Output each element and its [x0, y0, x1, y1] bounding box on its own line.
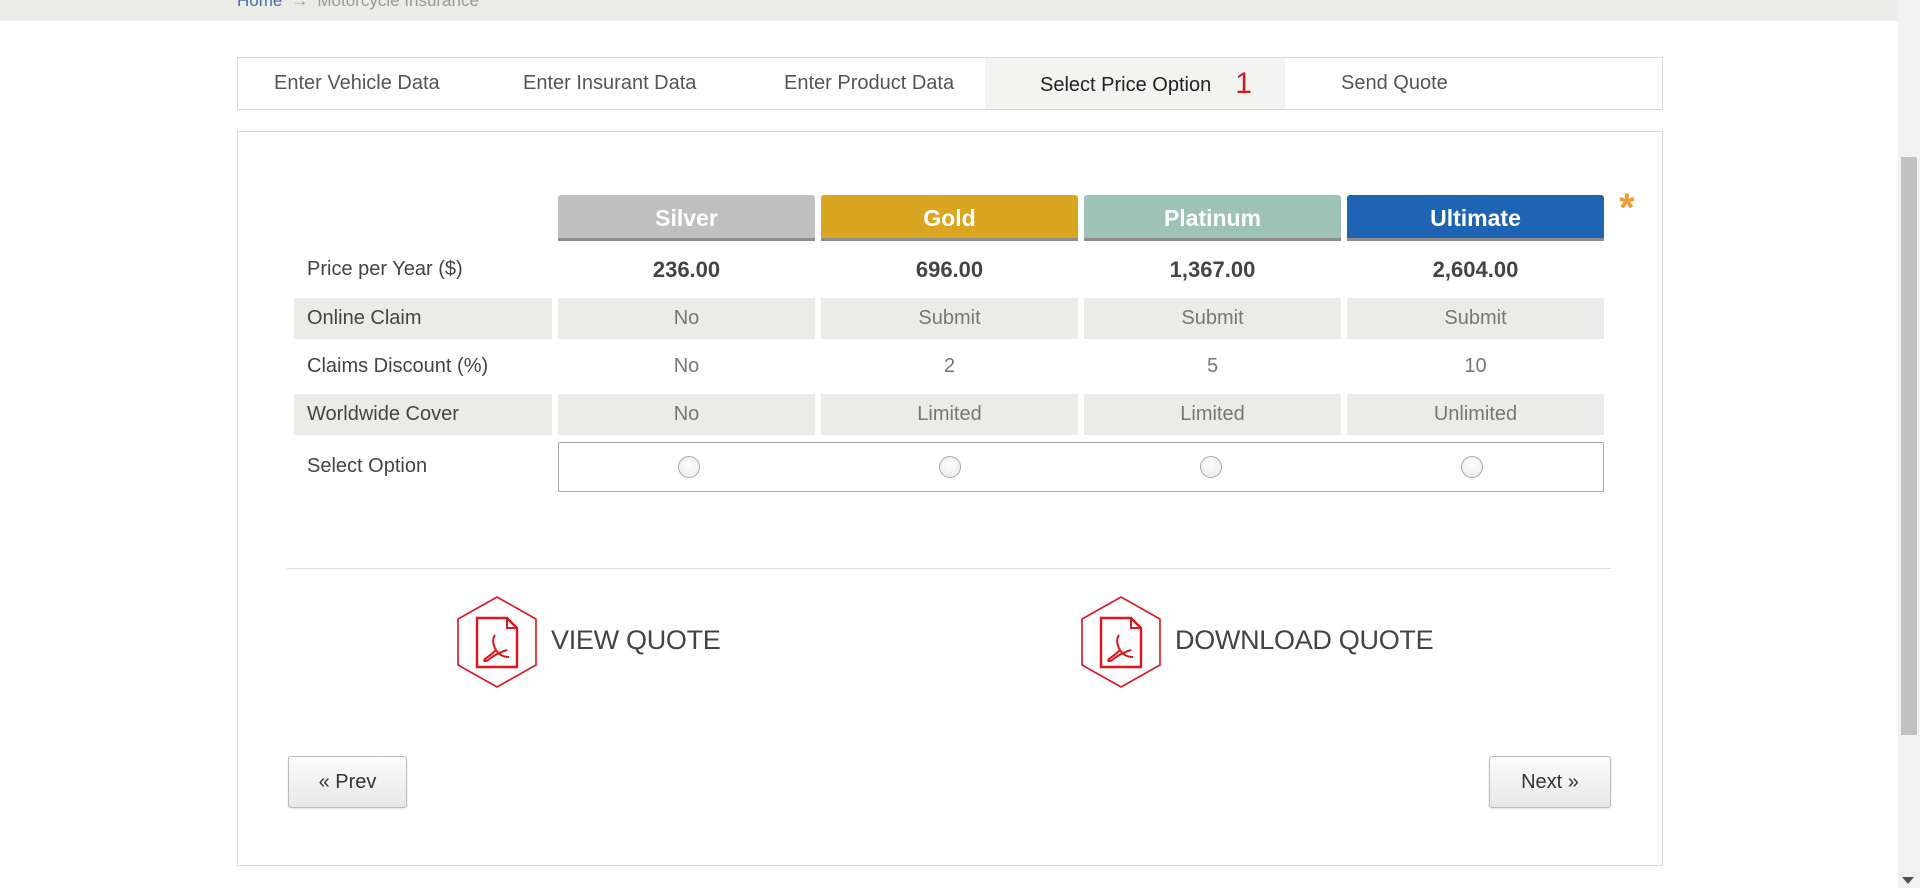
- row-label-claims-discount: Claims Discount (%): [307, 355, 489, 377]
- radio-select-silver[interactable]: [678, 456, 700, 478]
- worldwide-cover-platinum: Limited: [1084, 394, 1341, 435]
- required-marker: *: [1619, 186, 1635, 230]
- online-claim-ultimate: Submit: [1347, 298, 1604, 339]
- download-quote-button[interactable]: DOWNLOAD QUOTE: [1079, 595, 1434, 689]
- worldwide-cover-silver: No: [558, 394, 815, 435]
- price-silver: 236.00: [652, 257, 721, 282]
- scrollbar-thumb[interactable]: [1901, 157, 1917, 735]
- view-quote-label: VIEW QUOTE: [551, 625, 721, 655]
- price-option-panel: [237, 131, 1663, 866]
- view-quote-button[interactable]: VIEW QUOTE: [455, 595, 721, 689]
- claims-discount-platinum: 5: [1206, 355, 1219, 377]
- claims-discount-gold: 2: [943, 355, 956, 377]
- tab-select-price-option[interactable]: Select Price Option 1: [985, 58, 1285, 109]
- radio-select-gold[interactable]: [939, 456, 961, 478]
- worldwide-cover-ultimate: Unlimited: [1347, 394, 1604, 435]
- online-claim-platinum: Submit: [1084, 298, 1341, 339]
- plan-header-platinum: Platinum: [1084, 195, 1341, 241]
- next-button[interactable]: Next »: [1489, 756, 1611, 808]
- breadcrumb-bar: Home → Motorcycle Insurance: [0, 0, 1898, 21]
- radio-select-platinum[interactable]: [1200, 456, 1222, 478]
- scroll-down-arrow-icon[interactable]: [1902, 877, 1914, 884]
- prev-button[interactable]: « Prev: [288, 756, 407, 808]
- tab-enter-vehicle-data[interactable]: Enter Vehicle Data: [274, 58, 440, 109]
- wizard-tabs: Enter Vehicle Data Enter Insurant Data E…: [237, 57, 1663, 110]
- download-quote-label: DOWNLOAD QUOTE: [1175, 625, 1434, 655]
- tab-badge: 1: [1235, 67, 1252, 100]
- section-divider: [287, 568, 1611, 569]
- plan-header-ultimate: Ultimate: [1347, 195, 1604, 241]
- worldwide-cover-gold: Limited: [821, 394, 1078, 435]
- tab-enter-insurant-data[interactable]: Enter Insurant Data: [523, 58, 696, 109]
- tab-enter-product-data[interactable]: Enter Product Data: [784, 58, 954, 109]
- plan-header-gold: Gold: [821, 195, 1078, 241]
- breadcrumb: Home → Motorcycle Insurance: [237, 0, 479, 11]
- row-label-price: Price per Year ($): [307, 258, 463, 280]
- pdf-icon: [1081, 596, 1161, 688]
- tab-select-price-option-label: Select Price Option: [1040, 74, 1212, 96]
- breadcrumb-separator: →: [291, 0, 309, 10]
- claims-discount-ultimate: 10: [1464, 355, 1487, 377]
- claims-discount-silver: No: [673, 355, 700, 377]
- row-label-worldwide-cover: Worldwide Cover: [294, 394, 552, 435]
- row-label-online-claim: Online Claim: [294, 298, 552, 339]
- price-ultimate: 2,604.00: [1432, 257, 1519, 282]
- page: Home → Motorcycle Insurance Enter Vehicle …: [0, 0, 1920, 888]
- price-platinum: 1,367.00: [1169, 257, 1256, 282]
- tab-send-quote[interactable]: Send Quote: [1341, 58, 1448, 109]
- breadcrumb-current: Motorcycle Insurance: [317, 0, 479, 10]
- breadcrumb-home-link[interactable]: Home: [237, 0, 282, 10]
- pdf-icon: [457, 596, 537, 688]
- row-label-select-option: Select Option: [307, 455, 428, 477]
- radio-select-ultimate[interactable]: [1461, 456, 1483, 478]
- online-claim-silver: No: [558, 298, 815, 339]
- plan-header-silver: Silver: [558, 195, 815, 241]
- price-gold: 696.00: [915, 257, 984, 282]
- online-claim-gold: Submit: [821, 298, 1078, 339]
- select-option-group: [558, 442, 1604, 492]
- page-scrollbar[interactable]: [1898, 0, 1920, 888]
